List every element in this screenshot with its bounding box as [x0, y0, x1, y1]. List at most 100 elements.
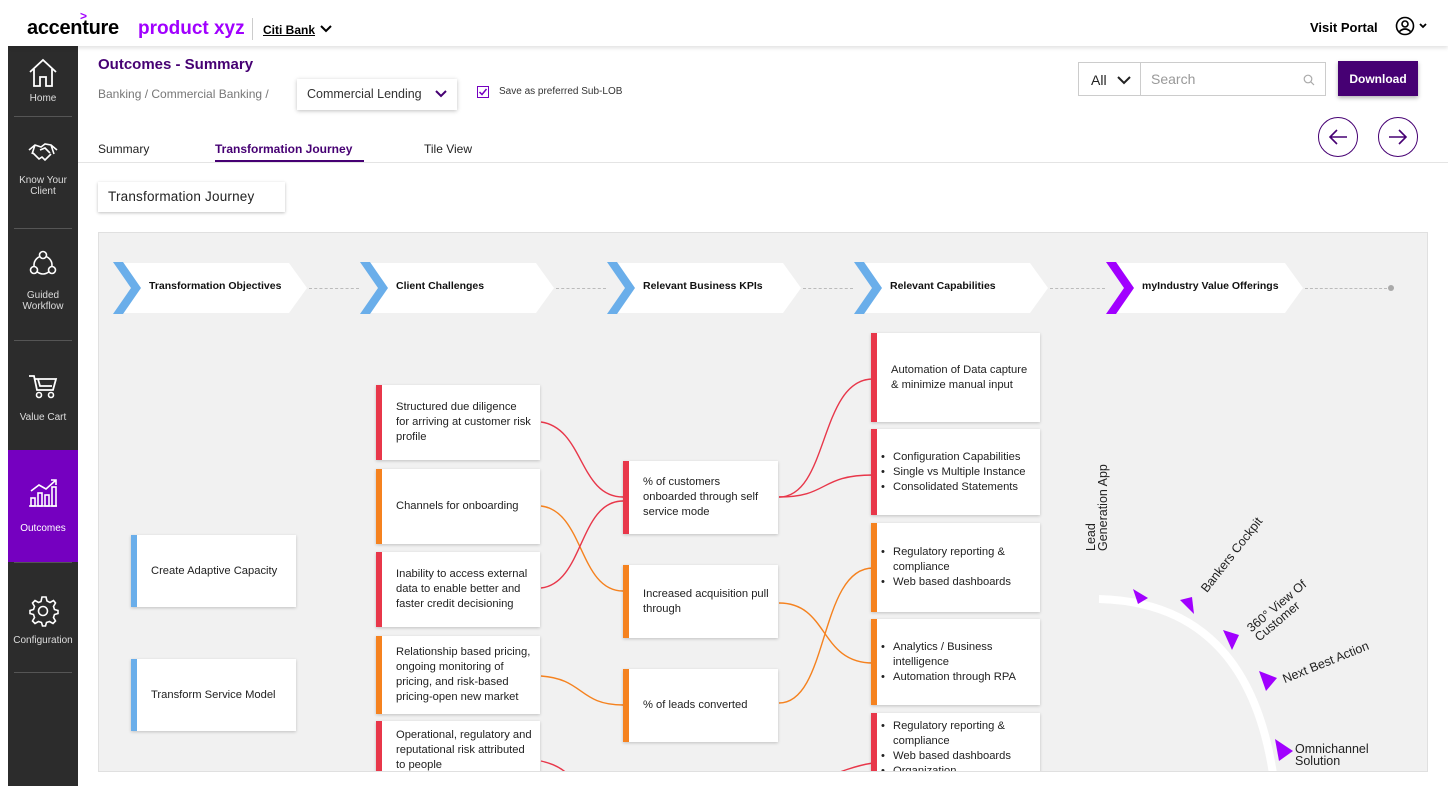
card-text: % of customers onboarded through self se…: [643, 476, 759, 518]
color-bar: [623, 565, 629, 638]
tab-transformation-journey[interactable]: Transformation Journey: [215, 142, 352, 156]
color-bar: [623, 669, 629, 742]
stage-label: myIndustry Value Offerings: [1142, 280, 1279, 292]
section-title: Transformation Journey: [98, 182, 285, 212]
journey-canvas: Transformation Objectives Client Challen…: [98, 232, 1428, 772]
challenge-card[interactable]: Relationship based pricing, ongoing moni…: [376, 636, 540, 714]
stage-relevant-business-kpis: Relevant Business KPIs: [607, 262, 802, 314]
kpi-card[interactable]: Increased acquisition pull through: [623, 565, 778, 638]
challenge-card[interactable]: Channels for onboarding: [376, 469, 540, 544]
card-text: Operational, regulatory and reputational…: [396, 729, 532, 771]
stage-relevant-capabilities: Relevant Capabilities: [854, 262, 1049, 314]
capability-item: Automation through RPA: [881, 670, 1032, 685]
challenge-card[interactable]: Structured due diligence for arriving at…: [376, 385, 540, 460]
card-text: Inability to access external data to ena…: [396, 568, 528, 610]
card-text: Relationship based pricing, ongoing moni…: [396, 646, 531, 703]
tab-tile-view[interactable]: Tile View: [424, 142, 472, 156]
divider: [803, 288, 853, 289]
download-button[interactable]: Download: [1338, 61, 1418, 96]
color-bar: [131, 535, 137, 607]
tab-summary[interactable]: Summary: [98, 142, 149, 156]
search-input[interactable]: [1143, 64, 1303, 94]
capability-card[interactable]: Regulatory reporting & compliance Web ba…: [871, 713, 1040, 771]
objective-card[interactable]: Transform Service Model: [131, 659, 296, 731]
capability-card[interactable]: Automation of Data capture & minimize ma…: [871, 333, 1040, 422]
divider: [1050, 288, 1105, 289]
color-bar: [376, 469, 382, 544]
search-icon[interactable]: [1303, 74, 1315, 86]
stage-label: Relevant Business KPIs: [643, 280, 763, 292]
previous-button[interactable]: [1318, 117, 1358, 157]
top-bar: accenture > product xyz Citi Bank Visit …: [8, 6, 1448, 46]
sub-lob-select[interactable]: Commercial Lending: [297, 79, 457, 110]
card-text: Channels for onboarding: [396, 500, 519, 512]
sub-lob-value: Commercial Lending: [307, 87, 422, 101]
next-button[interactable]: [1378, 117, 1418, 157]
capability-card[interactable]: Analytics / Business intelligence Automa…: [871, 619, 1040, 705]
sidebar-item-value-cart[interactable]: Value Cart: [8, 340, 78, 452]
card-text: Increased acquisition pull through: [643, 587, 769, 615]
sidebar-item-label: Know Your Client: [19, 175, 67, 197]
visit-portal-link[interactable]: Visit Portal: [1310, 20, 1378, 35]
chevron-down-icon[interactable]: [1418, 21, 1428, 31]
client-selector[interactable]: Citi Bank: [263, 23, 315, 37]
sidebar-item-guided-workflow[interactable]: Guided Workflow: [8, 228, 78, 340]
divider: [78, 162, 1448, 163]
color-bar: [871, 619, 877, 705]
offering-label: Generation App: [1096, 464, 1110, 551]
offering-label: Solution: [1295, 754, 1341, 768]
sidebar-item-label: Value Cart: [19, 412, 67, 423]
product-name: product xyz: [138, 18, 245, 39]
sidebar-item-outcomes[interactable]: Outcomes: [8, 450, 78, 562]
checkmark-icon: [478, 88, 488, 96]
capability-list: Regulatory reporting & compliance Web ba…: [881, 719, 1032, 771]
sidebar-item-configuration[interactable]: Configuration: [8, 562, 78, 674]
logo-mark-icon: >: [80, 9, 88, 23]
divider: [309, 288, 359, 289]
end-marker: [1388, 285, 1394, 291]
card-text: Automation of Data capture & minimize ma…: [891, 363, 1028, 391]
color-bar: [871, 429, 877, 515]
divider: [1140, 63, 1141, 95]
growth-chart-icon: [29, 479, 57, 507]
capability-item: Web based dashboards: [881, 575, 1032, 590]
capability-item: Organization: [881, 764, 1032, 771]
offering-omnichannel-solution[interactable]: Omnichannel Solution: [1295, 743, 1369, 768]
kpi-card[interactable]: % of leads converted: [623, 669, 778, 742]
home-icon: [29, 58, 57, 87]
preferred-sub-lob-checkbox[interactable]: [477, 86, 489, 98]
chevron-down-icon[interactable]: [1117, 75, 1131, 85]
stage-client-challenges: Client Challenges: [360, 262, 555, 314]
color-bar: [376, 721, 382, 771]
stage-label: Relevant Capabilities: [890, 280, 996, 292]
stage-label: Client Challenges: [396, 280, 485, 292]
kpi-card[interactable]: % of customers onboarded through self se…: [623, 461, 778, 534]
arrow-left-icon: [1328, 129, 1347, 145]
capability-item: Configuration Capabilities: [881, 450, 1025, 465]
color-bar: [376, 636, 382, 714]
sidebar-item-label: Home: [29, 93, 57, 104]
challenge-card[interactable]: Inability to access external data to ena…: [376, 552, 540, 627]
card-text: Structured due diligence for arriving at…: [396, 401, 531, 443]
offering-lead-generation-app[interactable]: Lead Generation App: [1084, 464, 1110, 551]
preferred-sub-lob-label: Save as preferred Sub-LOB: [499, 86, 623, 97]
page-title: Outcomes - Summary: [98, 56, 254, 73]
stage-label: Transformation Objectives: [149, 280, 282, 292]
color-bar: [131, 659, 137, 731]
breadcrumb[interactable]: Banking / Commercial Banking /: [98, 87, 269, 101]
logo-text: accenture: [27, 17, 119, 39]
chevron-down-icon: [435, 90, 447, 98]
capability-item: Regulatory reporting & compliance: [881, 545, 1032, 575]
chevron-down-icon[interactable]: [319, 23, 333, 35]
challenge-card[interactable]: Operational, regulatory and reputational…: [376, 721, 540, 771]
arrow-right-icon: [1389, 129, 1408, 145]
capability-card[interactable]: Configuration Capabilities Single vs Mul…: [871, 429, 1040, 515]
objective-card[interactable]: Create Adaptive Capacity: [131, 535, 296, 607]
user-account-icon[interactable]: [1395, 16, 1415, 36]
sidebar-item-know-your-client[interactable]: Know Your Client: [8, 116, 78, 228]
app-frame: accenture > product xyz Citi Bank Visit …: [8, 6, 1448, 786]
accenture-logo[interactable]: accenture: [27, 17, 119, 40]
capability-card[interactable]: Regulatory reporting & compliance Web ba…: [871, 523, 1040, 612]
capability-item: Single vs Multiple Instance: [881, 465, 1025, 480]
filter-select[interactable]: All: [1091, 72, 1107, 88]
